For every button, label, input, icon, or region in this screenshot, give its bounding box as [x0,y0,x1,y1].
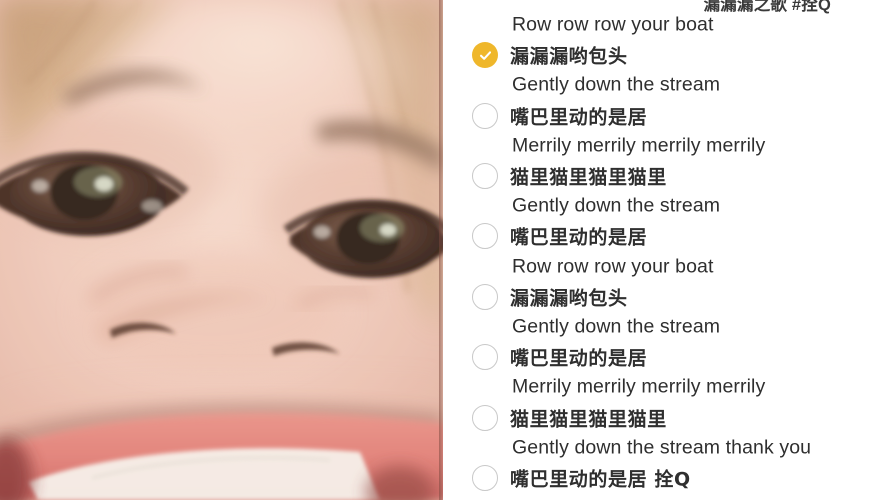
lyric-row[interactable]: 猫里猫里猫里猫里 [443,161,888,191]
empty-circle-icon[interactable] [472,344,498,371]
lyric-row-text: Gently down the stream [512,73,721,96]
lyric-row[interactable]: 嘴巴里动的是居 拴Q [443,463,888,493]
lyric-row[interactable]: Row row row your boat [443,252,888,282]
lyric-row[interactable]: Gently down the stream [443,191,888,221]
lyric-row-text: Merrily merrily merrily merrily [512,134,766,157]
lyric-row-text: 嘴巴里动的是居 [510,106,648,129]
lyric-row[interactable]: 嘴巴里动的是居 [443,101,888,131]
lyric-row[interactable]: Merrily merrily merrily merrily [443,131,888,161]
lyric-row-text: 漏漏漏哟包头 [510,45,628,68]
lyric-row-text: 嘴巴里动的是居 [510,347,648,370]
check-circle-icon[interactable] [472,42,498,69]
lyric-row-text: 嘴巴里动的是居 [510,226,648,249]
lyric-row-text: Merrily merrily merrily merrily [512,375,766,398]
app-root: 漏漏漏之歌 #拴Q Row row row your boat 漏漏漏哟包头 Gen… [0,0,888,500]
lyric-row[interactable]: 漏漏漏哟包头 [443,40,888,70]
lyric-row-text: 嘴巴里动的是居 拴Q [510,468,691,491]
lyric-row-text: 猫里猫里猫里猫里 [510,166,667,189]
lyric-row-text: Row row row your boat [512,255,714,278]
lyric-row[interactable]: 嘴巴里动的是居 [443,221,888,251]
empty-circle-icon[interactable] [472,404,498,431]
empty-circle-icon[interactable] [472,465,498,491]
lyric-row[interactable]: Gently down the stream [443,70,888,100]
lyric-row[interactable]: Gently down the stream [443,312,888,342]
lyric-row[interactable]: 猫里猫里猫里猫里 [443,403,888,433]
empty-circle-icon[interactable] [472,283,498,310]
lyric-row[interactable]: Merrily merrily merrily merrily [443,372,888,402]
lyric-list-pane: 漏漏漏之歌 #拴Q Row row row your boat 漏漏漏哟包头 Gen… [443,0,888,500]
empty-circle-icon[interactable] [472,223,498,250]
video-preview-pane[interactable] [0,0,443,500]
lyric-row-text: Row row row your boat [512,13,714,36]
lyric-row-text: Gently down the stream thank you [512,436,812,459]
empty-circle-icon[interactable] [472,102,498,129]
lyric-row[interactable]: Row row row your boat [443,10,888,40]
lyric-row-text: 漏漏漏哟包头 [510,287,628,310]
lyric-row-text: Gently down the stream [512,315,721,338]
lyric-row[interactable]: 嘴巴里动的是居 [443,342,888,372]
lyric-row[interactable]: 漏漏漏哟包头 [443,282,888,312]
empty-circle-icon[interactable] [472,163,498,189]
lyric-row[interactable]: Gently down the stream thank you [443,433,888,463]
face-closeup-photo [0,0,443,500]
lyric-row-text: 猫里猫里猫里猫里 [510,408,667,431]
lyric-row-text: Gently down the stream [512,194,721,217]
